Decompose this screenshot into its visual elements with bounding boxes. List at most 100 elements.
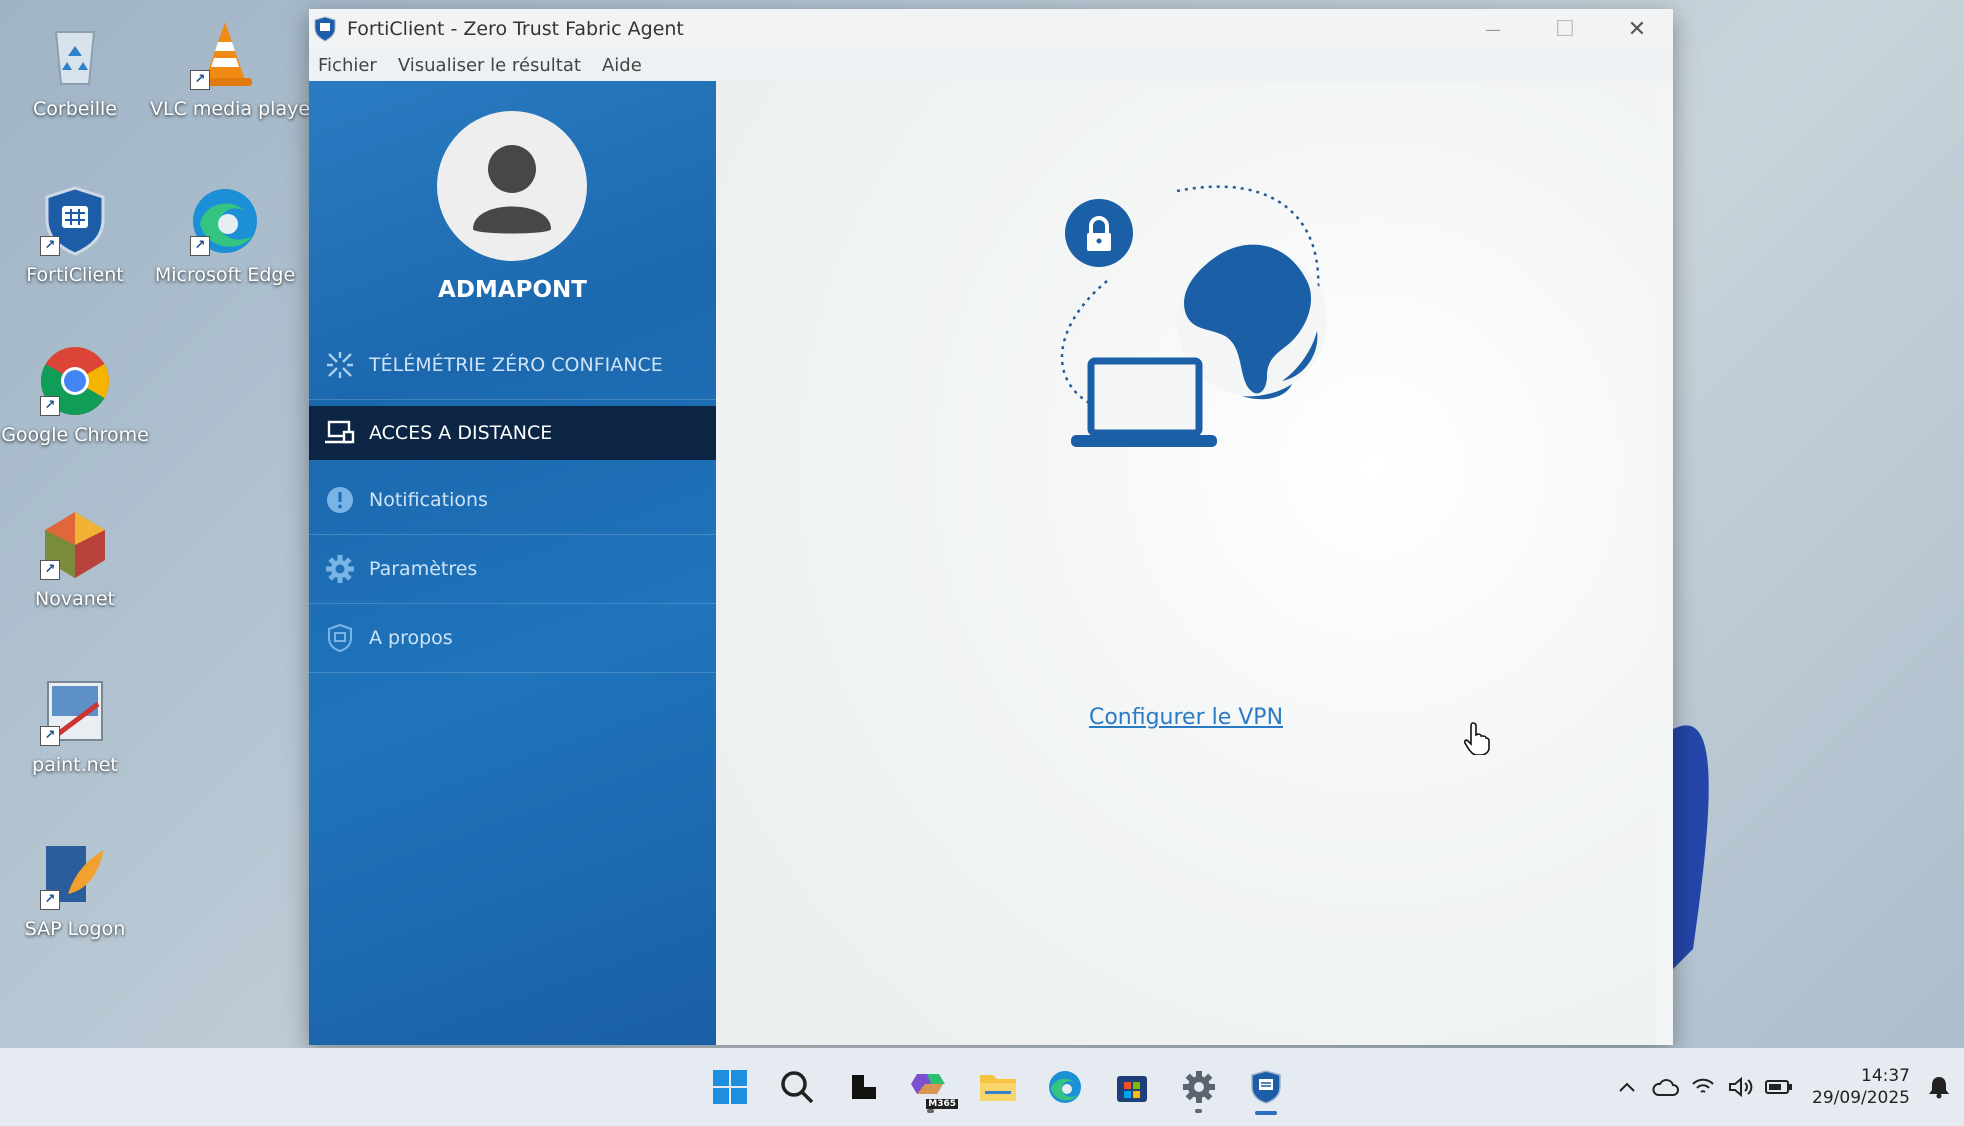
settings-icon [1182,1071,1215,1103]
chrome-icon: ↗ [38,344,112,418]
forticlient-window: FortiClient - Zero Trust Fabric Agent — … [309,9,1673,1045]
forticlient-shield-icon: ↗ [38,184,112,258]
sidebar: ADMAPONT TÉLÉMÉTRIE ZÉRO CONFIANCE ACCES… [309,81,716,1045]
bell-icon [1929,1077,1949,1099]
shortcut-arrow-icon: ↗ [190,236,210,256]
alert-icon [323,483,357,517]
clock-date: 29/09/2025 [1812,1088,1910,1108]
chevron-up-icon [1619,1082,1635,1092]
forticlient-app-icon [314,16,336,42]
file-explorer-icon [979,1075,1016,1101]
configure-vpn-link[interactable]: Configurer le VPN [716,705,1656,730]
sidebar-item-settings[interactable]: Paramètres [309,535,716,604]
lock-icon [1065,199,1133,267]
username: ADMAPONT [438,277,587,303]
desktop-icon-label: VLC media player [150,98,318,120]
battery-icon [1765,1080,1793,1094]
battery-button[interactable] [1760,1079,1798,1095]
settings-button[interactable] [1165,1057,1232,1117]
recycle-bin-icon [38,18,112,92]
system-tray: 14:37 29/09/2025 [1608,1048,1964,1126]
m365-button[interactable]: M365 [897,1057,964,1117]
search-button[interactable] [763,1057,830,1117]
notifications-button[interactable] [1920,1075,1958,1099]
desktop-icon-label: paint.net [32,754,118,776]
window-title: FortiClient - Zero Trust Fabric Agent [347,18,684,40]
sidebar-item-label: Notifications [369,489,488,511]
search-icon [780,1071,813,1104]
menu-aide[interactable]: Aide [602,55,642,76]
desktop-icon-label: SAP Logon [24,918,126,940]
desktop-icon-label: Corbeille [33,98,117,120]
hand-cursor-icon [1464,722,1490,755]
desktop-icon-novanet[interactable]: ↗ Novanet [0,508,150,610]
taskbar: M365 14:37 29/09/2025 [0,1048,1964,1126]
main-content: Configurer le VPN [716,81,1656,1045]
shortcut-arrow-icon: ↗ [40,890,60,910]
volume-button[interactable] [1722,1077,1760,1097]
m365-badge: M365 [926,1099,958,1109]
sidebar-item-label: Paramètres [369,558,478,580]
sidebar-item-telemetry[interactable]: TÉLÉMÉTRIE ZÉRO CONFIANCE [309,331,716,400]
forticlient-taskbar-button[interactable] [1232,1057,1299,1117]
user-avatar-icon [437,111,587,261]
onedrive-button[interactable] [1646,1077,1684,1097]
clock-time: 14:37 [1861,1066,1910,1086]
telemetry-icon [323,348,357,382]
sidebar-item-notifications[interactable]: Notifications [309,466,716,535]
vpn-illustration [1060,185,1327,447]
desktop-icon-edge[interactable]: ↗ Microsoft Edge [150,184,300,286]
menu-visualiser[interactable]: Visualiser le résultat [398,55,581,76]
desktop-icon-paintnet[interactable]: ↗ paint.net [0,674,150,776]
sidebar-item-remote-access[interactable]: ACCES A DISTANCE [309,406,716,460]
speaker-icon [1729,1077,1753,1097]
sidebar-item-about[interactable]: A propos [309,604,716,673]
wallpaper-bloom [1673,725,1709,969]
laptop-icon [1071,357,1217,447]
file-explorer-button[interactable] [964,1057,1031,1117]
desktop-icon-label: FortiClient [26,264,124,286]
start-icon [712,1070,747,1104]
shield-icon [323,621,357,655]
desktop-icon-label: Google Chrome [1,424,149,446]
desktop-icon-label: Novanet [35,588,115,610]
desktop-icon-label: Microsoft Edge [154,264,296,286]
task-view-icon [851,1075,876,1099]
close-button[interactable]: ✕ [1601,9,1673,49]
wifi-icon [1692,1078,1714,1093]
gear-icon [323,552,357,586]
wifi-button[interactable] [1684,1077,1722,1097]
shortcut-arrow-icon: ↗ [40,236,60,256]
desktop-icon-chrome[interactable]: ↗ Google Chrome [0,344,150,446]
desktop-icon-sap-logon[interactable]: ↗ SAP Logon [0,838,150,940]
sap-logon-icon: ↗ [38,838,112,912]
novanet-icon: ↗ [38,508,112,582]
menu-fichier[interactable]: Fichier [318,55,377,76]
store-button[interactable] [1098,1057,1165,1117]
menu-bar: Fichier Visualiser le résultat Aide [309,49,1673,81]
maximize-button[interactable]: ☐ [1529,9,1601,49]
sidebar-item-label: A propos [369,627,453,649]
desktop-icon-vlc[interactable]: ↗ VLC media player [150,18,318,120]
title-bar[interactable]: FortiClient - Zero Trust Fabric Agent — … [309,9,1673,49]
clock[interactable]: 14:37 29/09/2025 [1812,1065,1910,1109]
sidebar-item-label: TÉLÉMÉTRIE ZÉRO CONFIANCE [369,354,663,376]
vlc-cone-icon: ↗ [188,18,262,92]
edge-icon: ↗ [188,184,262,258]
start-button[interactable] [696,1057,763,1117]
edge-icon [1048,1071,1081,1103]
shortcut-arrow-icon: ↗ [40,560,60,580]
show-hidden-icons-button[interactable] [1608,1081,1646,1093]
shortcut-arrow-icon: ↗ [40,726,60,746]
desktop-icon-recycle-bin[interactable]: Corbeille [0,18,150,120]
paintnet-icon: ↗ [38,674,112,748]
desktop-icon-forticlient[interactable]: ↗ FortiClient [0,184,150,286]
minimize-button[interactable]: — [1457,9,1529,49]
store-icon [1116,1076,1147,1102]
sidebar-nav: TÉLÉMÉTRIE ZÉRO CONFIANCE ACCES A DISTAN… [309,331,716,673]
remote-access-icon [323,416,357,450]
forticlient-icon [1250,1070,1281,1104]
task-view-button[interactable] [830,1057,897,1117]
shortcut-arrow-icon: ↗ [40,396,60,416]
edge-button[interactable] [1031,1057,1098,1117]
